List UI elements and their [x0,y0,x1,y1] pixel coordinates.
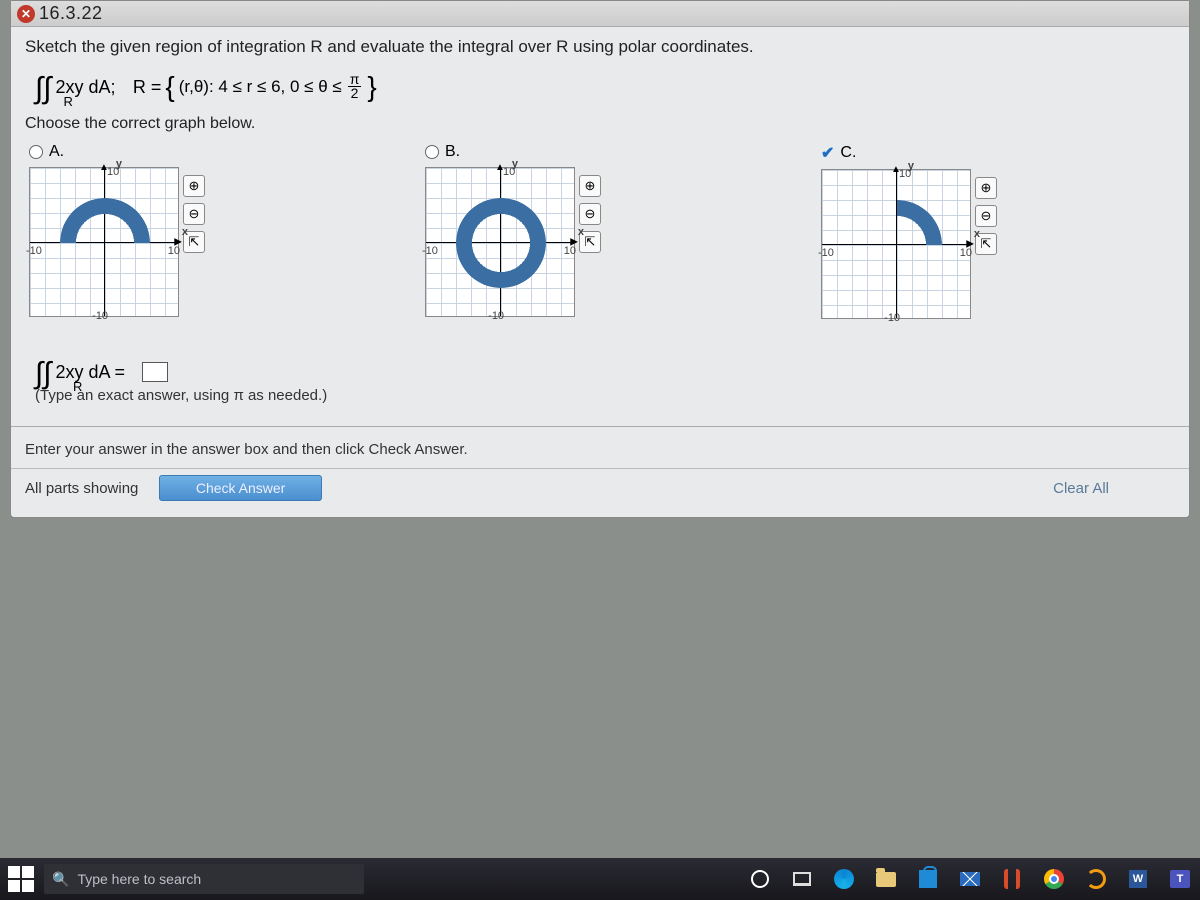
question-window: ✕ 16.3.22 Sketch the given region of int… [10,0,1190,518]
enter-instruction: Enter your answer in the answer box and … [25,441,1175,458]
file-explorer-icon[interactable] [874,867,898,891]
answer-hint: (Type an exact answer, using π as needed… [35,387,1175,404]
graph-a[interactable]: ▶ ▲ 10 y x -10 10 -10 [29,167,179,317]
graph-tools-c: ⊕ ⊖ ⇱ [975,177,997,255]
brace-close-icon: } [367,71,376,103]
office-icon[interactable] [1000,867,1024,891]
option-c: ✔ C. ▶ ▲ 10 y x -10 10 [821,143,997,319]
zoom-in-button[interactable]: ⊕ [183,175,205,197]
zoom-in-icon: ⊕ [585,178,596,194]
tick-x-10: 10 [960,247,972,259]
search-placeholder: Type here to search [77,871,201,887]
option-a-label: A. [49,143,64,161]
zoom-out-icon: ⊖ [189,206,200,222]
axis-y-label: y [116,158,122,170]
check-answer-button[interactable]: Check Answer [159,475,322,501]
graph-c-wrap: ▶ ▲ 10 y x -10 10 -10 ⊕ ⊖ ⇱ [821,169,997,319]
zoom-in-icon: ⊕ [189,178,200,194]
choose-graph-prompt: Choose the correct graph below. [25,115,1175,133]
axis-x-label: x [578,226,584,238]
tick-x-10: 10 [564,245,576,257]
popout-icon: ⇱ [981,236,992,252]
option-b: B. ▶ ▲ 10 y x -10 10 -1 [425,143,601,319]
radio-b[interactable] [425,145,439,159]
tick-x-n10: -10 [422,245,438,257]
tick-y-n10: -10 [884,312,900,324]
graph-b-wrap: ▶ ▲ 10 y x -10 10 -10 ⊕ ⊖ ⇱ [425,167,601,317]
tick-x-n10: -10 [818,247,834,259]
window-title: 16.3.22 [39,3,103,24]
graph-a-wrap: ▶ ▲ 10 y x -10 10 -10 ⊕ ⊖ ⇱ [29,167,205,317]
all-parts-label: All parts showing [25,480,138,497]
graph-b[interactable]: ▶ ▲ 10 y x -10 10 -10 [425,167,575,317]
zoom-in-button[interactable]: ⊕ [579,175,601,197]
axis-x-label: x [974,228,980,240]
zoom-in-button[interactable]: ⊕ [975,177,997,199]
popout-icon: ⇱ [585,234,596,250]
radio-a[interactable] [29,145,43,159]
answer-row: ∫∫ 2xy dA = R [35,359,1175,385]
integral-region-label: R [63,94,72,109]
integral-icon: ∫∫ [35,76,51,102]
zoom-in-icon: ⊕ [981,180,992,196]
axis-x-label: x [182,226,188,238]
ccleaner-icon[interactable] [1084,867,1108,891]
tick-x-10: 10 [168,245,180,257]
search-icon: 🔍 [52,871,69,888]
tick-y-n10: -10 [92,310,108,322]
region-shape-a [60,198,150,243]
option-a: A. ▶ ▲ 10 y x -10 10 -1 [29,143,205,319]
brace-open-icon: { [165,71,174,103]
taskbar: 🔍 Type here to search W [0,858,1200,900]
popout-icon: ⇱ [189,234,200,250]
zoom-out-button[interactable]: ⊖ [975,205,997,227]
task-view-icon[interactable] [790,867,814,891]
options-row: A. ▶ ▲ 10 y x -10 10 -1 [25,143,1175,319]
fraction-bot: 2 [349,87,361,100]
chrome-icon[interactable] [1042,867,1066,891]
checkmark-icon: ✔ [821,143,834,163]
axis-y-label: y [908,160,914,172]
cortana-icon[interactable] [748,867,772,891]
titlebar: ✕ 16.3.22 [11,1,1189,27]
mail-icon[interactable] [958,867,982,891]
tick-y-n10: -10 [488,310,504,322]
graph-tools-a: ⊕ ⊖ ⇱ [183,175,205,253]
region-shape-b [456,198,546,288]
option-b-label: B. [445,143,460,161]
graph-tools-b: ⊕ ⊖ ⇱ [579,175,601,253]
word-icon[interactable]: W [1126,867,1150,891]
answer-input[interactable] [142,362,168,382]
region-body: (r,θ): 4 ≤ r ≤ 6, 0 ≤ θ ≤ [179,77,342,97]
graph-c[interactable]: ▶ ▲ 10 y x -10 10 -10 [821,169,971,319]
answer-integrand: 2xy dA = [55,362,125,383]
divider [11,426,1189,427]
integral-definition: ∫∫ 2xy dA; R R = { (r,θ): 4 ≤ r ≤ 6, 0 ≤… [35,71,1175,103]
integral-region-label: R [73,379,82,394]
zoom-out-icon: ⊖ [981,208,992,224]
zoom-out-button[interactable]: ⊖ [579,203,601,225]
clear-all-button[interactable]: Clear All [1053,480,1109,497]
axis-y-label: y [512,158,518,170]
region-shape-c [897,200,942,245]
integral-icon: ∫∫ [35,361,51,387]
teams-icon[interactable] [1168,867,1192,891]
problem-statement: Sketch the given region of integration R… [25,37,1175,57]
edge-icon[interactable] [832,867,856,891]
bottom-row: All parts showing Check Answer Clear All [25,469,1175,509]
start-button[interactable] [8,866,34,892]
zoom-out-button[interactable]: ⊖ [183,203,205,225]
option-c-label: C. [840,144,856,162]
zoom-out-icon: ⊖ [585,206,596,222]
content-area: Sketch the given region of integration R… [11,27,1189,517]
taskbar-search[interactable]: 🔍 Type here to search [44,864,364,894]
taskbar-icons: W [748,867,1192,891]
left-controls: All parts showing Check Answer [25,475,322,501]
store-icon[interactable] [916,867,940,891]
close-icon[interactable]: ✕ [17,5,35,23]
region-equals: R = [133,77,162,98]
fraction-pi-over-2: π 2 [348,73,362,100]
tick-x-n10: -10 [26,245,42,257]
